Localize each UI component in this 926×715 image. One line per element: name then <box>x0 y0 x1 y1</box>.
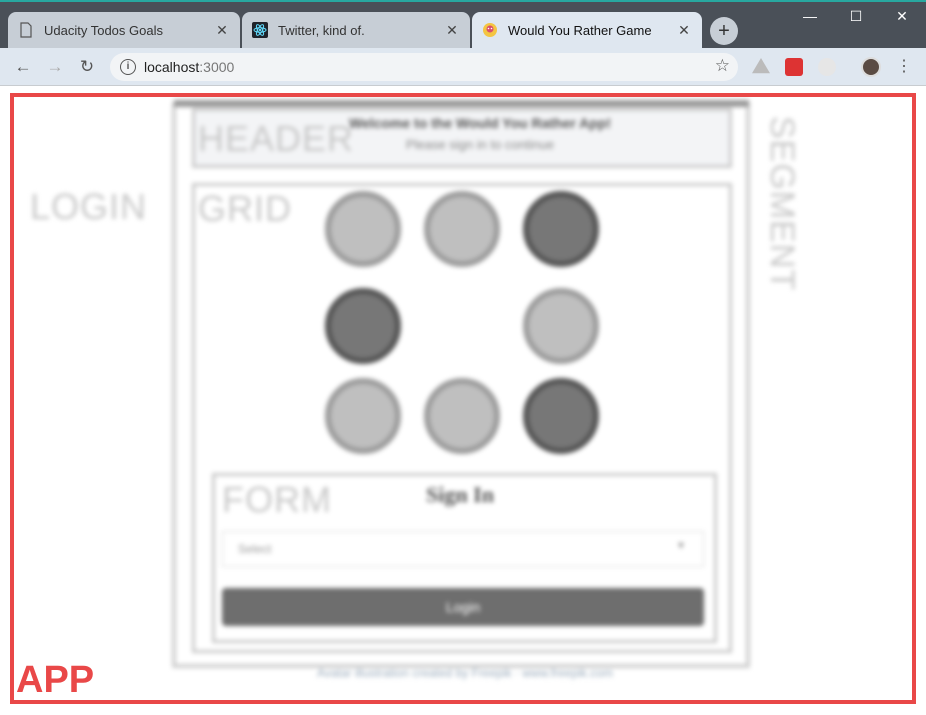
tab-twitter[interactable]: Twitter, kind of. ✕ <box>242 12 470 48</box>
game-icon <box>482 22 498 38</box>
browser-window: Udacity Todos Goals ✕ Twitter, kind of. … <box>0 0 926 715</box>
address-bar[interactable]: i localhost:3000 ☆ <box>110 53 738 81</box>
close-tab-icon[interactable]: ✕ <box>214 22 230 39</box>
tab-title: Udacity Todos Goals <box>44 22 163 38</box>
ghost-extension-icon[interactable] <box>818 58 836 76</box>
new-tab-button[interactable]: + <box>710 17 738 45</box>
chrome-menu-icon[interactable]: ⋮ <box>896 56 912 78</box>
reload-button[interactable]: ↻ <box>76 56 98 78</box>
app-annotation: APP <box>16 659 95 701</box>
back-button[interactable]: ← <box>12 56 34 78</box>
tab-udacity-todos[interactable]: Udacity Todos Goals ✕ <box>8 12 240 48</box>
info-icon[interactable]: i <box>120 59 136 75</box>
red-extension-icon[interactable] <box>785 58 803 76</box>
page-viewport: LOGIN HEADER Welcome to the Would You Ra… <box>0 86 926 715</box>
forward-button[interactable]: → <box>44 56 66 78</box>
profile-avatar[interactable] <box>861 57 881 77</box>
close-tab-icon[interactable]: ✕ <box>444 22 460 39</box>
minimize-button[interactable]: — <box>790 4 830 30</box>
browser-toolbar: ← → ↻ i localhost:3000 ☆ ⋮ <box>0 48 926 86</box>
tab-title: Would You Rather Game <box>508 22 652 38</box>
accent-line <box>0 0 926 2</box>
tab-would-you-rather[interactable]: Would You Rather Game ✕ <box>472 12 702 48</box>
tab-title: Twitter, kind of. <box>278 22 365 38</box>
maximize-button[interactable]: ☐ <box>836 4 876 30</box>
title-bar: Udacity Todos Goals ✕ Twitter, kind of. … <box>0 0 926 48</box>
drive-extension-icon[interactable] <box>752 58 770 74</box>
close-window-button[interactable]: ✕ <box>882 4 922 30</box>
page-icon <box>18 22 34 38</box>
url-host: localhost <box>144 59 200 75</box>
bookmark-star-icon[interactable]: ☆ <box>715 56 730 76</box>
app-annotation-frame <box>10 93 916 704</box>
url-text[interactable]: localhost:3000 <box>144 59 234 75</box>
react-icon <box>252 22 268 38</box>
url-port: :3000 <box>199 59 235 75</box>
close-tab-icon[interactable]: ✕ <box>676 22 692 39</box>
